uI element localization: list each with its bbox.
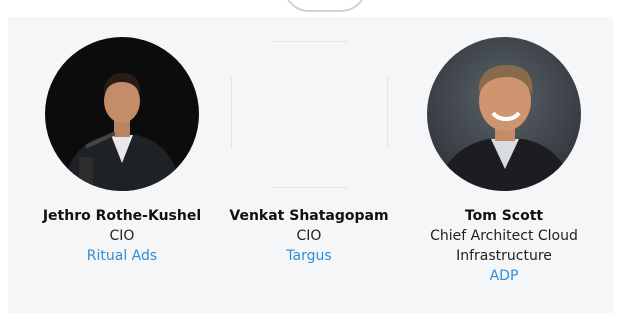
placeholder-edge xyxy=(271,187,347,188)
speaker-name: Jethro Rothe-Kushel xyxy=(42,208,202,224)
speaker-name: Tom Scott xyxy=(464,208,544,224)
speaker-role: CIO xyxy=(109,228,135,244)
speaker-role-line: Infrastructure xyxy=(456,248,552,264)
speaker-role-line: Chief Architect Cloud xyxy=(430,228,578,244)
speaker-photo xyxy=(45,37,199,191)
placeholder-edge xyxy=(387,77,388,149)
avatar-placeholder xyxy=(229,37,389,191)
placeholder-edge xyxy=(231,77,232,149)
speakers-panel: Jethro Rothe-Kushel CIO Ritual Ads Venka… xyxy=(8,17,613,313)
speaker-photo xyxy=(427,37,581,191)
speaker-company-link[interactable]: Ritual Ads xyxy=(22,246,222,266)
placeholder-edge xyxy=(271,41,347,42)
avatar xyxy=(45,37,199,191)
avatar xyxy=(427,37,581,191)
speaker-name: Venkat Shatagopam xyxy=(229,208,389,224)
header-decoration xyxy=(283,0,367,12)
speaker-card: Tom Scott Chief Architect Cloud Infrastr… xyxy=(404,17,604,286)
speaker-card: Jethro Rothe-Kushel CIO Ritual Ads xyxy=(22,17,222,266)
speaker-card: Venkat Shatagopam CIO Targus xyxy=(209,17,409,266)
speaker-role: CIO xyxy=(296,228,322,244)
speaker-company-link[interactable]: Targus xyxy=(209,246,409,266)
speaker-company-link[interactable]: ADP xyxy=(404,266,604,286)
